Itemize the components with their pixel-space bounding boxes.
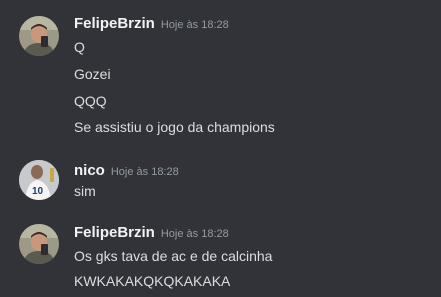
username[interactable]: FelipeBrzin — [74, 224, 155, 241]
user-avatar[interactable]: 10 — [19, 160, 59, 200]
timestamp: Hoje às 18:28 — [160, 19, 229, 31]
message-text: Os gks tava de ac e de calcinha — [74, 248, 273, 264]
message-text: sim — [74, 183, 96, 199]
message-text: Q — [74, 39, 85, 55]
user-avatar[interactable] — [19, 224, 59, 264]
timestamp: Hoje às 18:28 — [110, 166, 179, 178]
message-text: Se assistiu o jogo da champions — [74, 119, 275, 135]
svg-text:10: 10 — [32, 186, 44, 197]
chat-messages: FelipeBrzin Hoje às 18:28 Q Gozei QQQ Se … — [0, 0, 441, 297]
username[interactable]: FelipeBrzin — [74, 15, 155, 32]
timestamp: Hoje às 18:28 — [160, 228, 229, 240]
message-text: KWKAKAKQKQKAKAKA — [74, 273, 231, 289]
user-avatar[interactable] — [19, 16, 59, 56]
username[interactable]: nico — [74, 162, 105, 179]
message-text: QQQ — [74, 93, 107, 109]
message-text: Gozei — [74, 66, 111, 82]
